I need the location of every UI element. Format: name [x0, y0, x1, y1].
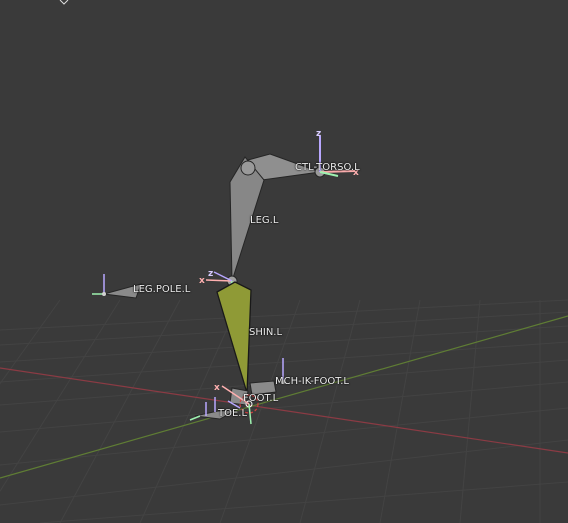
- svg-text:z: z: [316, 129, 321, 139]
- svg-text:x: x: [199, 276, 205, 286]
- viewport-canvas[interactable]: z x z x x: [0, 0, 568, 523]
- bone-label-mch-ik-foot: MCH-IK-FOOT.L: [275, 376, 349, 387]
- bone-label-shin: SHIN.L: [249, 327, 283, 338]
- bone-label-leg-pole: LEG.POLE.L: [133, 284, 191, 295]
- svg-text:z: z: [208, 269, 213, 279]
- cursor-mark: [59, 0, 69, 5]
- floor-grid: [0, 299, 568, 523]
- bone-label-ctl-torso: CTL-TORSO.L: [295, 162, 360, 173]
- 3d-viewport[interactable]: z x z x x CTL-TORSO.L LEG.L LEG.POLE.L S…: [0, 0, 568, 523]
- bone-label-foot: FOOT.L: [243, 393, 279, 404]
- bone-shin-l[interactable]: [216, 281, 252, 394]
- bone-label-leg: LEG.L: [250, 215, 279, 226]
- bone-label-toe: TOE.L: [218, 408, 248, 419]
- svg-text:x: x: [214, 383, 220, 393]
